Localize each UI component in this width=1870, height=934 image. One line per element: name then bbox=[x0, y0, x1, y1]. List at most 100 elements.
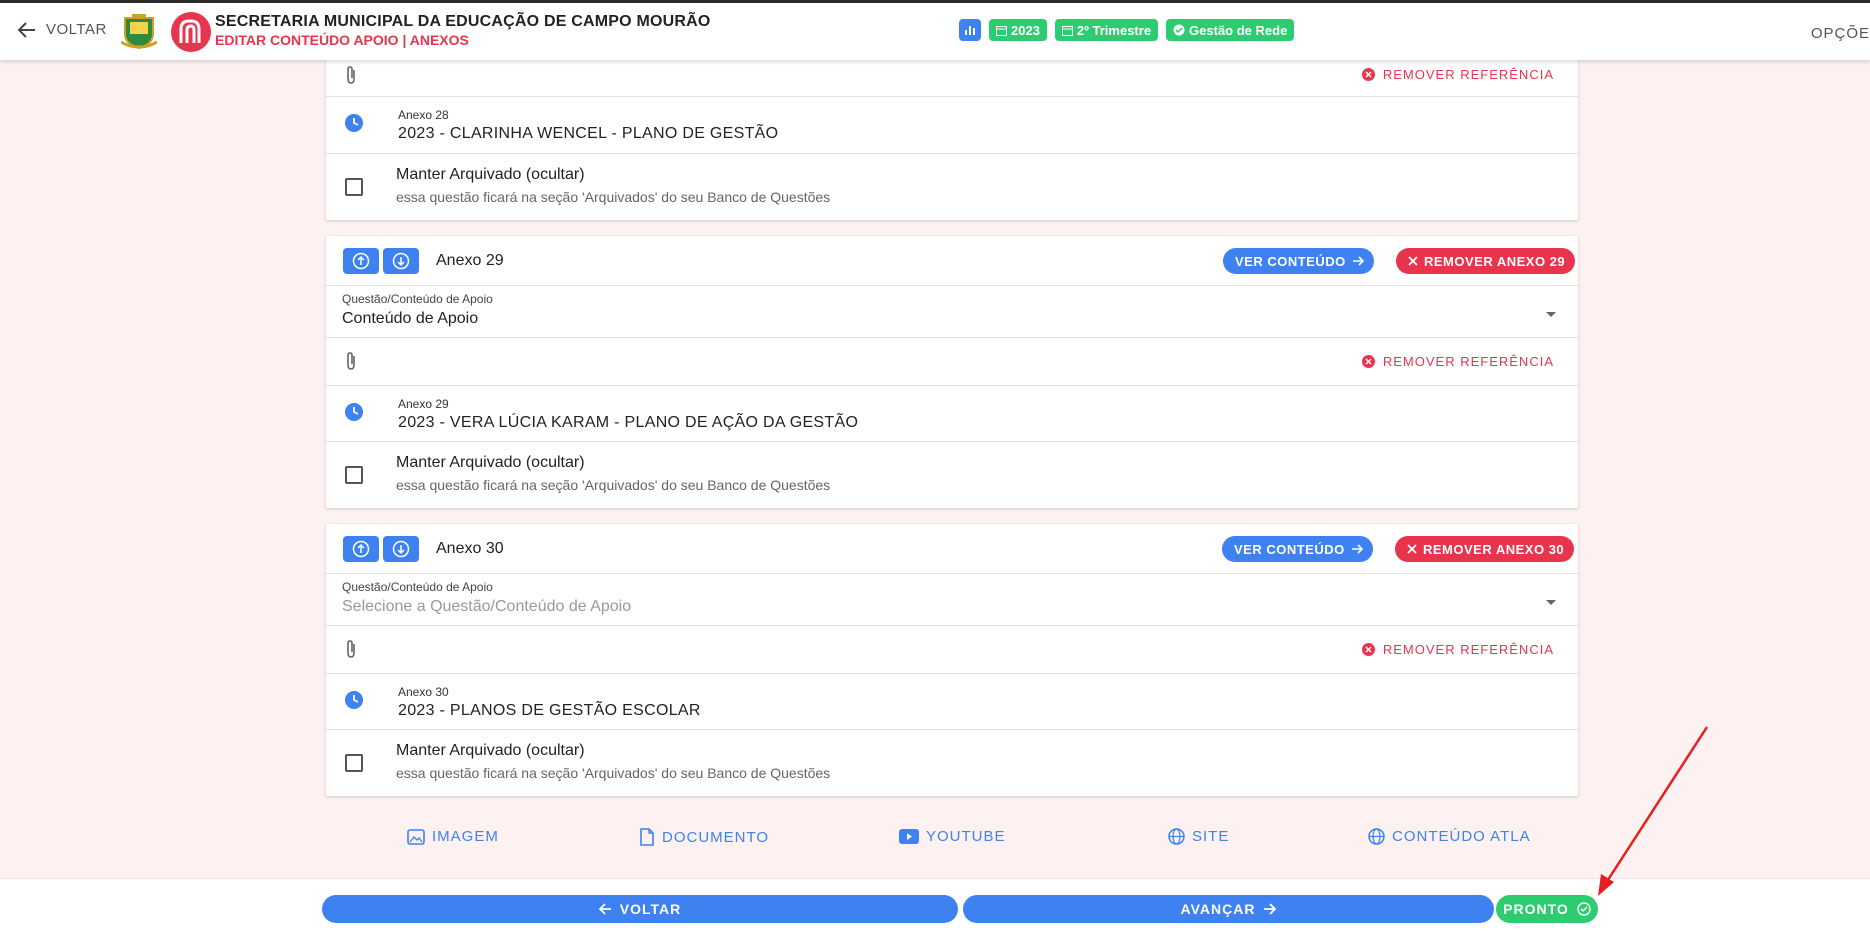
archive-option-description: essa questão ficará na seção 'Arquivados… bbox=[396, 765, 831, 781]
network-badge[interactable]: Gestão de Rede bbox=[1166, 19, 1295, 41]
view-content-button[interactable]: VER CONTEÚDO bbox=[1223, 248, 1374, 274]
add-media-bar: IMAGEM DOCUMENTO YOUTUBE SITE CONTEÚDO A… bbox=[326, 824, 1578, 852]
bar-chart-icon bbox=[965, 26, 975, 35]
move-up-button[interactable] bbox=[343, 535, 379, 562]
cancel-circle-icon bbox=[1361, 68, 1375, 81]
content-select-label: Questão/Conteúdo de Apoio bbox=[342, 580, 493, 594]
keep-archived-checkbox[interactable] bbox=[345, 466, 363, 484]
remove-reference-button[interactable]: REMOVER REFERÊNCIA bbox=[1361, 642, 1554, 657]
reports-badge[interactable] bbox=[959, 19, 981, 41]
attachment-card-28: REMOVER REFERÊNCIA Anexo 28 2023 - CLARI… bbox=[326, 60, 1578, 220]
attachment-info-row: Anexo 30 2023 - PLANOS DE GESTÃO ESCOLAR bbox=[326, 674, 1578, 730]
content-select[interactable]: Questão/Conteúdo de Apoio Selecione a Qu… bbox=[326, 574, 1578, 626]
content-select[interactable]: Questão/Conteúdo de Apoio Conteúdo de Ap… bbox=[326, 286, 1578, 338]
trimester-badge[interactable]: 2º Trimestre bbox=[1054, 19, 1159, 41]
paperclip-icon[interactable] bbox=[345, 639, 357, 659]
cancel-circle-icon bbox=[1361, 355, 1375, 368]
chevron-down-icon bbox=[1546, 600, 1556, 605]
attachment-card-title: Anexo 29 bbox=[436, 251, 504, 269]
add-atla-content-label: CONTEÚDO ATLA bbox=[1392, 828, 1531, 845]
network-badge-label: Gestão de Rede bbox=[1189, 22, 1288, 38]
attachment-card-header: Anexo 30 VER CONTEÚDO REMOVER ANEXO 30 bbox=[326, 524, 1578, 574]
archive-option-description: essa questão ficará na seção 'Arquivados… bbox=[396, 477, 831, 493]
youtube-icon bbox=[899, 829, 919, 844]
done-button[interactable]: PRONTO bbox=[1496, 895, 1598, 923]
attachment-card-title: Anexo 30 bbox=[436, 539, 504, 557]
content-select-placeholder: Selecione a Questão/Conteúdo de Apoio bbox=[342, 598, 632, 615]
keep-archived-checkbox[interactable] bbox=[345, 754, 363, 772]
done-label: PRONTO bbox=[1503, 901, 1569, 917]
add-youtube-label: YOUTUBE bbox=[926, 828, 1006, 845]
attachment-caption: Anexo 29 bbox=[398, 397, 449, 411]
move-up-button[interactable] bbox=[343, 247, 379, 274]
add-document-button[interactable]: DOCUMENTO bbox=[639, 828, 769, 846]
top-app-bar: VOLTAR SECRETARIA MUNICIPAL DA EDUCAÇÃO … bbox=[0, 0, 1870, 60]
close-icon bbox=[1407, 544, 1417, 554]
arrow-left-icon bbox=[598, 903, 611, 915]
remove-reference-label: REMOVER REFERÊNCIA bbox=[1382, 67, 1554, 82]
remove-reference-label: REMOVER REFERÊNCIA bbox=[1382, 642, 1554, 657]
move-down-button[interactable] bbox=[383, 247, 419, 274]
calendar-icon bbox=[996, 25, 1007, 36]
paperclip-icon[interactable] bbox=[345, 351, 357, 371]
attachment-reference-row: REMOVER REFERÊNCIA bbox=[326, 338, 1578, 386]
remove-attachment-button[interactable]: REMOVER ANEXO 30 bbox=[1395, 536, 1575, 562]
archive-option-title: Manter Arquivado (ocultar) bbox=[396, 166, 585, 183]
year-badge-label: 2023 bbox=[1011, 22, 1040, 38]
attachment-card-29: Anexo 29 VER CONTEÚDO REMOVER ANEXO 29 Q… bbox=[326, 236, 1578, 508]
content-select-value: Conteúdo de Apoio bbox=[342, 310, 479, 327]
clock-icon bbox=[345, 114, 363, 132]
app-logo-icon bbox=[171, 12, 211, 52]
add-youtube-button[interactable]: YOUTUBE bbox=[899, 828, 1006, 845]
add-image-button[interactable]: IMAGEM bbox=[407, 828, 499, 845]
arrow-right-icon bbox=[1264, 903, 1277, 915]
header-back-button[interactable]: VOLTAR bbox=[18, 21, 107, 38]
archive-option-title: Manter Arquivado (ocultar) bbox=[396, 742, 585, 759]
annotation-arrow-icon bbox=[1598, 726, 1709, 896]
attachment-caption: Anexo 28 bbox=[398, 108, 449, 122]
arrow-down-circle-icon bbox=[392, 540, 410, 557]
remove-reference-button[interactable]: REMOVER REFERÊNCIA bbox=[1361, 354, 1554, 369]
attachments-list: REMOVER REFERÊNCIA Anexo 28 2023 - CLARI… bbox=[326, 60, 1578, 796]
attachment-name: 2023 - VERA LÚCIA KARAM - PLANO DE AÇÃO … bbox=[398, 414, 859, 431]
paperclip-icon[interactable] bbox=[345, 65, 357, 85]
view-content-label: VER CONTEÚDO bbox=[1235, 253, 1346, 269]
add-atla-content-button[interactable]: CONTEÚDO ATLA bbox=[1368, 828, 1531, 845]
add-image-label: IMAGEM bbox=[432, 828, 499, 845]
check-circle-icon bbox=[1577, 902, 1591, 916]
attachment-caption: Anexo 30 bbox=[398, 685, 449, 699]
footer-back-label: VOLTAR bbox=[619, 901, 682, 917]
footer-back-button[interactable]: VOLTAR bbox=[322, 895, 958, 923]
header-back-label: VOLTAR bbox=[46, 21, 107, 38]
trimester-badge-label: 2º Trimestre bbox=[1076, 22, 1152, 38]
keep-archived-checkbox[interactable] bbox=[345, 178, 363, 196]
remove-attachment-label: REMOVER ANEXO 30 bbox=[1423, 541, 1565, 557]
globe-icon bbox=[1168, 828, 1185, 845]
image-icon bbox=[407, 828, 425, 845]
options-menu[interactable]: OPÇÕE bbox=[1811, 25, 1870, 42]
municipal-crest-icon bbox=[121, 14, 157, 50]
remove-attachment-button[interactable]: REMOVER ANEXO 29 bbox=[1396, 248, 1576, 274]
attachment-reference-row: REMOVER REFERÊNCIA bbox=[326, 60, 1578, 97]
clock-icon bbox=[345, 403, 363, 421]
calendar-icon bbox=[1061, 25, 1073, 36]
arrow-right-icon bbox=[1351, 544, 1363, 554]
year-badge[interactable]: 2023 bbox=[989, 19, 1047, 41]
attachment-card-header: Anexo 29 VER CONTEÚDO REMOVER ANEXO 29 bbox=[326, 236, 1578, 286]
move-down-button[interactable] bbox=[383, 535, 419, 562]
bottom-action-bar: VOLTAR AVANÇAR PRONTO bbox=[0, 878, 1870, 934]
remove-reference-label: REMOVER REFERÊNCIA bbox=[1382, 354, 1554, 369]
add-document-label: DOCUMENTO bbox=[662, 828, 770, 846]
clock-icon bbox=[345, 691, 363, 709]
cancel-circle-icon bbox=[1361, 643, 1375, 656]
view-content-button[interactable]: VER CONTEÚDO bbox=[1222, 536, 1373, 562]
archive-option-description: essa questão ficará na seção 'Arquivados… bbox=[396, 189, 831, 205]
globe-icon bbox=[1368, 828, 1385, 845]
remove-reference-button[interactable]: REMOVER REFERÊNCIA bbox=[1361, 67, 1554, 82]
remove-attachment-label: REMOVER ANEXO 29 bbox=[1424, 253, 1566, 269]
next-button[interactable]: AVANÇAR bbox=[963, 895, 1494, 923]
add-site-button[interactable]: SITE bbox=[1168, 828, 1229, 845]
arrow-down-circle-icon bbox=[392, 252, 410, 269]
page-subtitle: EDITAR CONTEÚDO APOIO | ANEXOS bbox=[215, 32, 469, 48]
check-circle-icon bbox=[1173, 24, 1185, 36]
